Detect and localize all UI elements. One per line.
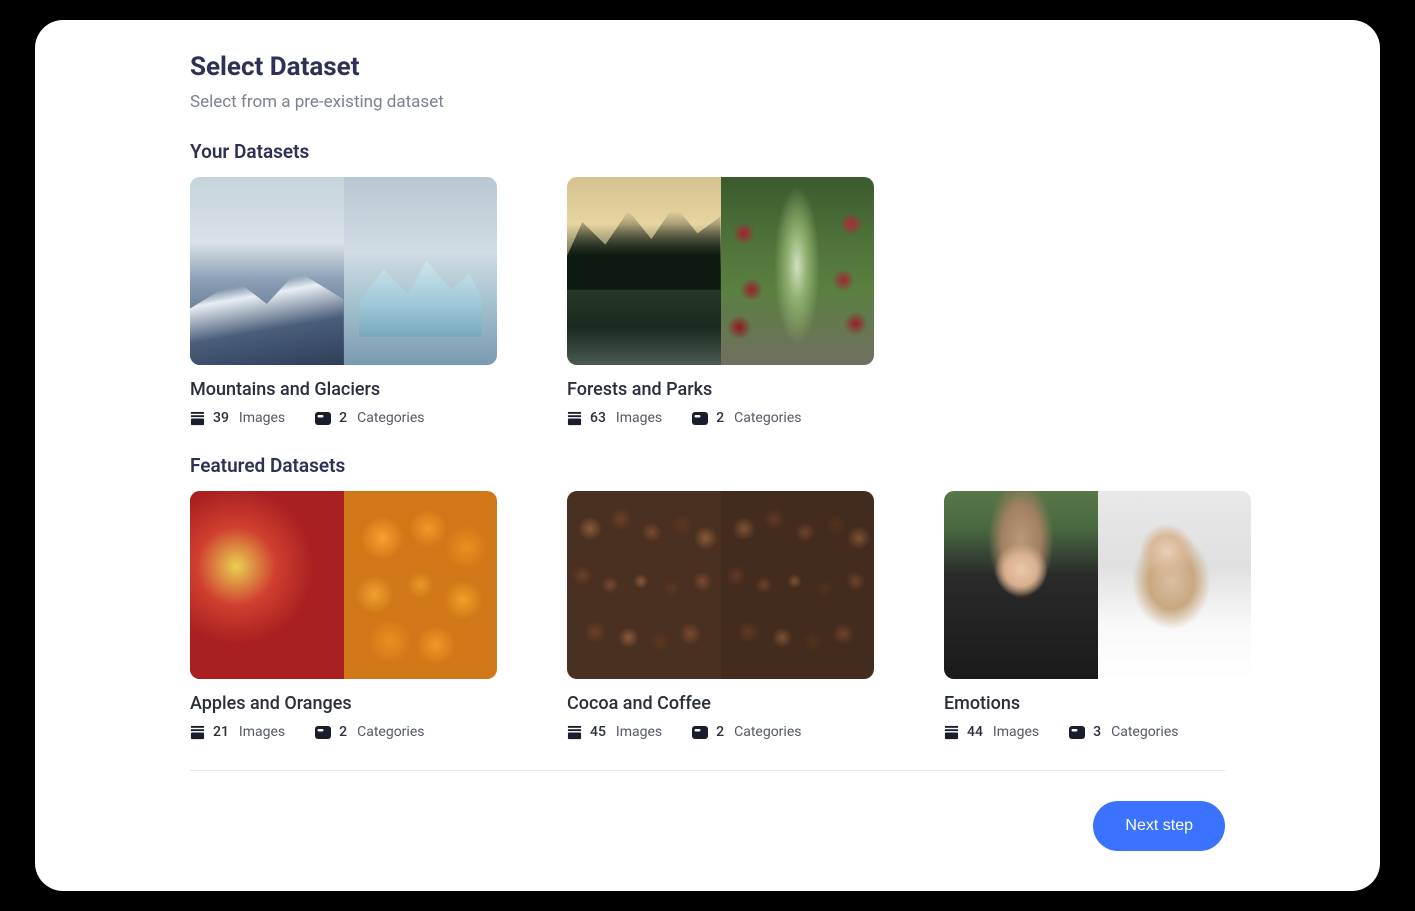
images-count: 45 [590, 724, 606, 740]
dataset-card-mountains[interactable]: Mountains and Glaciers 39 Images 2 Categ… [190, 177, 497, 426]
stack-icon [190, 411, 205, 426]
dataset-meta: 21 Images 2 Categories [190, 724, 497, 740]
card-icon [692, 726, 708, 739]
dataset-meta: 39 Images 2 Categories [190, 410, 497, 426]
dataset-thumbnail [944, 491, 1251, 679]
dataset-meta: 44 Images 3 Categories [944, 724, 1251, 740]
dataset-meta: 45 Images 2 Categories [567, 724, 874, 740]
dataset-card-apples[interactable]: Apples and Oranges 21 Images 2 Categorie… [190, 491, 497, 740]
dataset-card-cocoa[interactable]: Cocoa and Coffee 45 Images 2 Categories [567, 491, 874, 740]
card-icon [692, 412, 708, 425]
images-count: 39 [213, 410, 229, 426]
images-label: Images [993, 724, 1039, 740]
dataset-name: Forests and Parks [567, 379, 874, 400]
select-dataset-modal: Select Dataset Select from a pre-existin… [35, 20, 1380, 891]
stack-icon [190, 725, 205, 740]
stack-icon [944, 725, 959, 740]
modal-footer: Next step [190, 801, 1225, 851]
next-step-button[interactable]: Next step [1093, 801, 1225, 851]
stack-icon [567, 411, 582, 426]
stack-icon [567, 725, 582, 740]
dataset-thumbnail [190, 177, 497, 365]
categories-label: Categories [357, 724, 424, 740]
dataset-name: Emotions [944, 693, 1251, 714]
categories-count: 3 [1093, 724, 1101, 740]
dataset-thumbnail [190, 491, 497, 679]
images-label: Images [239, 724, 285, 740]
categories-label: Categories [1111, 724, 1178, 740]
card-icon [1069, 726, 1085, 739]
dataset-name: Mountains and Glaciers [190, 379, 497, 400]
categories-count: 2 [716, 724, 724, 740]
images-label: Images [616, 724, 662, 740]
dataset-name: Apples and Oranges [190, 693, 497, 714]
your-datasets-row: Mountains and Glaciers 39 Images 2 Categ… [190, 177, 1225, 426]
categories-label: Categories [734, 724, 801, 740]
dataset-thumbnail [567, 177, 874, 365]
categories-label: Categories [357, 410, 424, 426]
card-icon [315, 412, 331, 425]
page-subtitle: Select from a pre-existing dataset [190, 92, 1225, 112]
images-label: Images [239, 410, 285, 426]
categories-count: 2 [339, 724, 347, 740]
dataset-meta: 63 Images 2 Categories [567, 410, 874, 426]
images-label: Images [616, 410, 662, 426]
images-count: 21 [213, 724, 229, 740]
featured-datasets-row: Apples and Oranges 21 Images 2 Categorie… [190, 491, 1225, 740]
page-title: Select Dataset [190, 52, 1225, 82]
dataset-card-emotions[interactable]: Emotions 44 Images 3 Categories [944, 491, 1251, 740]
dataset-thumbnail [567, 491, 874, 679]
dataset-card-forests[interactable]: Forests and Parks 63 Images 2 Categories [567, 177, 874, 426]
card-icon [315, 726, 331, 739]
images-count: 63 [590, 410, 606, 426]
images-count: 44 [967, 724, 983, 740]
categories-count: 2 [716, 410, 724, 426]
categories-label: Categories [734, 410, 801, 426]
your-datasets-heading: Your Datasets [190, 140, 1225, 163]
categories-count: 2 [339, 410, 347, 426]
divider [190, 770, 1225, 771]
dataset-name: Cocoa and Coffee [567, 693, 874, 714]
featured-datasets-heading: Featured Datasets [190, 454, 1225, 477]
